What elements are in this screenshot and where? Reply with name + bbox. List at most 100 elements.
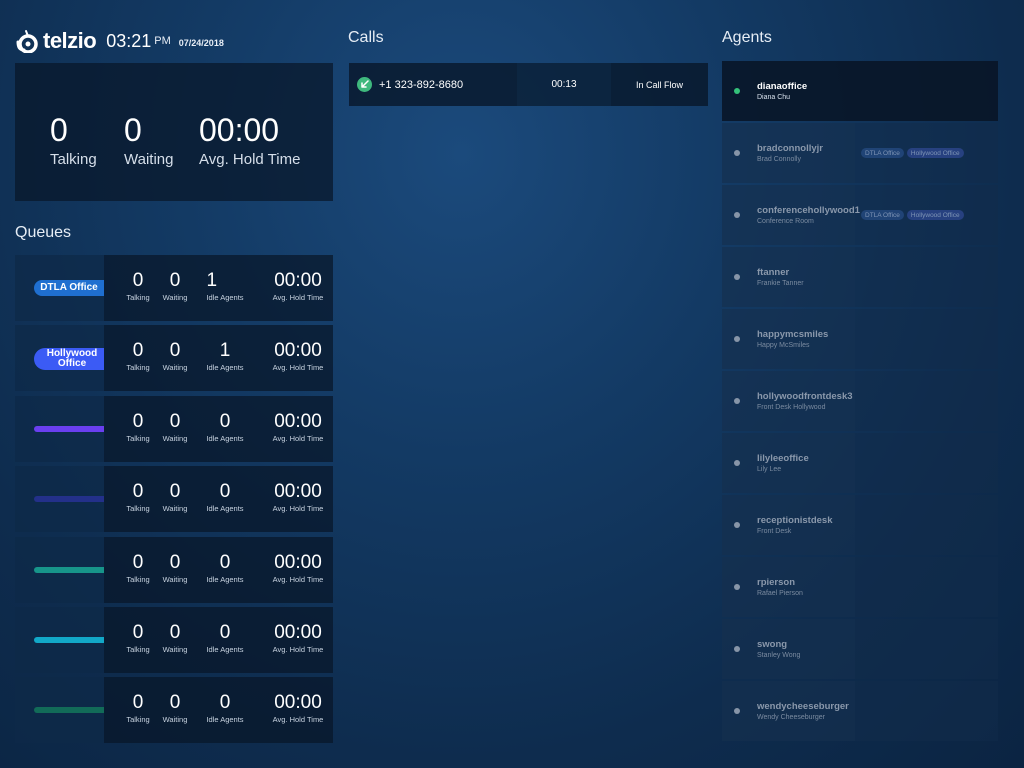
queue-waiting: 0 (169, 481, 181, 502)
queue-hold-label: Avg. Hold Time (272, 575, 324, 584)
queue-hold-label: Avg. Hold Time (272, 363, 324, 372)
queue-row[interactable]: 0 Talking 0 Waiting 0 Idle Agents 00:00 Avg.… (15, 607, 333, 673)
queue-hold-label: Avg. Hold Time (272, 504, 324, 513)
agent-card[interactable]: receptionistdesk Front Desk (722, 495, 998, 555)
queue-hold: 00:00 (274, 552, 322, 573)
agent-status-dot (734, 708, 740, 714)
agent-card[interactable]: ftanner Frankie Tanner (722, 247, 998, 307)
agent-username: dianaoffice (757, 81, 808, 92)
queue-color-bar (34, 707, 104, 713)
call-number: +1 323-892-8680 (379, 78, 464, 91)
queues-title: Queues (15, 224, 72, 241)
queue-idle: 0 (219, 622, 231, 643)
queue-idle: 0 (219, 411, 231, 432)
agent-status-dot (734, 460, 740, 466)
telzio-logo-icon (16, 30, 38, 53)
queue-color-bar (34, 567, 104, 573)
queue-waiting: 0 (169, 692, 181, 713)
summary-waiting-label: Waiting (124, 151, 174, 168)
queue-color-bar (34, 496, 104, 502)
queue-hold-label: Avg. Hold Time (272, 645, 324, 654)
agent-card[interactable]: DTLA Office Hollywood Office bradconnoll… (722, 123, 998, 183)
queue-hold: 00:00 (274, 270, 322, 291)
queue-row[interactable]: Hollywood Office 0 Talking 0 Waiting 1 Idle… (15, 325, 333, 391)
queue-row[interactable]: 0 Talking 0 Waiting 0 Idle Agents 00:00 Avg.… (15, 537, 333, 603)
queue-talking-label: Talking (126, 363, 150, 372)
agent-username: wendycheeseburger (757, 701, 849, 712)
queue-idle-label: Idle Agents (206, 434, 244, 443)
queue-talking-label: Talking (126, 504, 150, 513)
agent-username: lilyleeoffice (757, 453, 809, 464)
agent-status-dot (734, 274, 740, 280)
summary-hold-label: Avg. Hold Time (199, 151, 301, 168)
queue-waiting-label: Waiting (162, 504, 188, 513)
queue-hold: 00:00 (274, 481, 322, 502)
call-status: In Call Flow (611, 63, 708, 106)
queue-row[interactable]: 0 Talking 0 Waiting 0 Idle Agents 00:00 Avg.… (15, 677, 333, 743)
call-row[interactable]: +1 323-892-8680 00:13 In Call Flow (349, 63, 708, 106)
queue-label: DTLA Office (34, 280, 104, 296)
queue-waiting: 0 (169, 552, 181, 573)
queue-idle-label: Idle Agents (206, 575, 244, 584)
queue-idle-label: Idle Agents (206, 504, 244, 513)
queue-idle: 0 (219, 481, 231, 502)
agent-name: Brad Connolly (757, 156, 801, 163)
agent-name: Happy McSmiles (757, 342, 810, 349)
agent-username: rpierson (757, 577, 796, 588)
summary-waiting: 0 Waiting (124, 113, 173, 168)
agent-card[interactable]: hollywoodfrontdesk3 Front Desk Hollywood (722, 371, 998, 431)
agent-status-dot (734, 646, 740, 652)
queue-idle-label: Idle Agents (206, 715, 244, 724)
queue-idle: 0 (219, 552, 231, 573)
agent-name: Stanley Wong (757, 652, 801, 659)
header: telzio 03:21 PM 07/24/2018 (15, 26, 224, 56)
agent-card[interactable]: DTLA Office Hollywood Office conferenceh… (722, 185, 998, 245)
clock-date: 07/24/2018 (178, 38, 224, 48)
agent-username: hollywoodfrontdesk3 (757, 391, 853, 402)
agent-username: bradconnollyjr (757, 143, 823, 154)
queue-waiting: 0 (169, 270, 181, 291)
queue-waiting: 0 (169, 340, 181, 361)
agent-queue-tags: DTLA Office Hollywood Office (861, 210, 964, 220)
clock-time: 03:21 (106, 30, 152, 51)
agent-username: happymcsmiles (757, 329, 829, 340)
brand-name: telzio (43, 28, 97, 53)
agent-username: swong (757, 639, 788, 650)
queue-talking: 0 (132, 692, 144, 713)
queue-talking-label: Talking (126, 293, 150, 302)
calls-title: Calls (348, 29, 384, 46)
agent-name: Wendy Cheeseburger (757, 714, 825, 721)
summary-hold-value: 00:00 (199, 112, 280, 148)
call-duration: 00:13 (517, 63, 611, 106)
queue-hold-label: Avg. Hold Time (272, 293, 324, 302)
agent-username: ftanner (757, 267, 790, 278)
queue-hold-label: Avg. Hold Time (272, 715, 324, 724)
agent-card[interactable]: happymcsmiles Happy McSmiles (722, 309, 998, 369)
summary-talking-value: 0 (50, 112, 68, 148)
agent-card[interactable]: rpierson Rafael Pierson (722, 557, 998, 617)
queue-waiting-label: Waiting (162, 715, 188, 724)
queue-hold: 00:00 (274, 411, 322, 432)
agent-name: Frankie Tanner (757, 280, 804, 287)
agent-name: Front Desk (757, 528, 792, 535)
queue-row[interactable]: 0 Talking 0 Waiting 0 Idle Agents 00:00 Avg.… (15, 396, 333, 462)
queue-waiting-label: Waiting (162, 434, 188, 443)
agent-card[interactable]: wendycheeseburger Wendy Cheeseburger (722, 681, 998, 741)
queue-row[interactable]: DTLA Office 0 Talking 0 Waiting 1 Idle Agen… (15, 255, 333, 321)
agent-card[interactable]: lilyleeoffice Lily Lee (722, 433, 998, 493)
agent-status-dot (734, 88, 740, 94)
queue-talking: 0 (132, 270, 144, 291)
summary-talking-label: Talking (50, 151, 97, 168)
queue-waiting-label: Waiting (162, 293, 188, 302)
queue-talking: 0 (132, 622, 144, 643)
queue-talking-label: Talking (126, 575, 150, 584)
agent-username: receptionistdesk (757, 515, 833, 526)
agent-card[interactable]: swong Stanley Wong (722, 619, 998, 679)
queue-waiting-label: Waiting (162, 575, 188, 584)
summary-card: 0 Talking 0 Waiting 00:00 Avg. Hold Time (15, 63, 333, 201)
clock-ampm: PM (154, 35, 171, 47)
agent-status-dot (734, 336, 740, 342)
agent-card[interactable]: dianaoffice Diana Chu (722, 61, 998, 121)
queue-row[interactable]: 0 Talking 0 Waiting 0 Idle Agents 00:00 Avg.… (15, 466, 333, 532)
queue-talking: 0 (132, 340, 144, 361)
